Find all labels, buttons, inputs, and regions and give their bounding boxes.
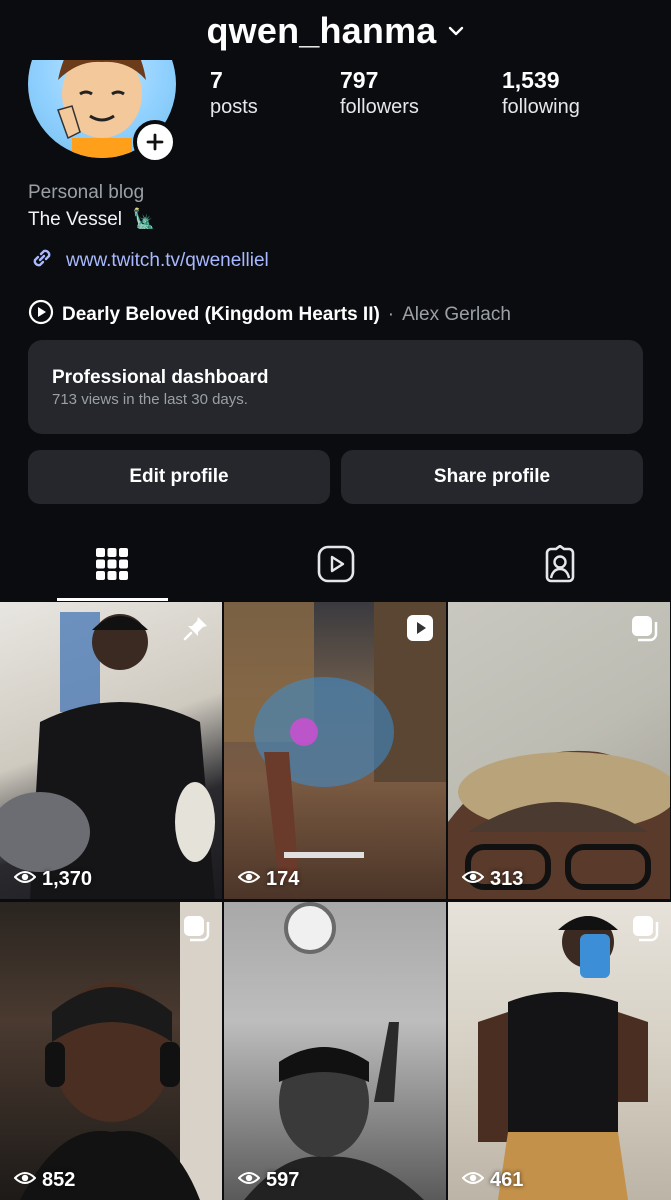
tagged-person-icon xyxy=(541,544,579,588)
eye-icon xyxy=(461,868,485,891)
profile-music[interactable]: Dearly Beloved (Kingdom Hearts II) · Ale… xyxy=(28,299,648,330)
view-count-label: 597 xyxy=(266,1169,300,1191)
eye-icon xyxy=(237,868,261,891)
eye-icon xyxy=(13,1169,37,1192)
link-icon xyxy=(28,244,56,277)
post-tile[interactable]: 1,370 xyxy=(0,602,222,899)
view-count: 174 xyxy=(237,868,300,891)
post-tile[interactable]: 313 xyxy=(448,602,670,899)
bio-section: Personal blog The Vessel 🗽 www.twitch.tv… xyxy=(28,180,648,330)
carousel-icon xyxy=(630,614,658,642)
professional-dashboard[interactable]: Professional dashboard 713 views in the … xyxy=(28,340,643,434)
tab-tagged[interactable] xyxy=(448,530,671,602)
following-count: 1,539 xyxy=(502,67,560,93)
dashboard-title: Professional dashboard xyxy=(52,367,269,388)
video-icon xyxy=(406,614,434,642)
view-count-label: 852 xyxy=(42,1169,76,1191)
stat-following[interactable]: 1,539 following xyxy=(502,66,580,120)
music-title: Dearly Beloved (Kingdom Hearts II) xyxy=(62,303,380,325)
profile-category: Personal blog xyxy=(28,182,145,203)
pin-icon xyxy=(182,614,210,642)
posts-label: posts xyxy=(210,96,258,118)
stat-posts[interactable]: 7 posts xyxy=(210,66,258,120)
stat-followers[interactable]: 797 followers xyxy=(340,66,419,120)
grid-icon xyxy=(95,547,129,586)
plus-icon xyxy=(146,133,164,151)
view-count: 597 xyxy=(237,1169,300,1192)
view-count: 1,370 xyxy=(13,868,93,891)
carousel-icon xyxy=(182,914,210,942)
view-count-label: 174 xyxy=(266,868,300,890)
post-tile[interactable]: 174 xyxy=(224,602,446,899)
view-count-label: 461 xyxy=(490,1169,524,1191)
statue-of-liberty-emoji: 🗽 xyxy=(132,209,156,230)
bio-text: The Vessel xyxy=(28,209,122,230)
tab-reels[interactable] xyxy=(224,530,448,602)
view-count-label: 313 xyxy=(490,868,524,890)
username[interactable]: qwen_hanma xyxy=(206,10,436,52)
link-text: www.twitch.tv/qwenelliel xyxy=(66,249,269,271)
posts-grid: 1,370 174 313 852 597 461 xyxy=(0,602,671,1200)
profile-tabs xyxy=(0,530,671,602)
active-tab-indicator xyxy=(57,598,168,601)
music-separator: · xyxy=(387,303,395,325)
view-count-label: 1,370 xyxy=(42,868,93,890)
edit-profile-button[interactable]: Edit profile xyxy=(28,450,330,504)
post-tile[interactable]: 852 xyxy=(0,902,222,1200)
eye-icon xyxy=(237,1169,261,1192)
chevron-down-icon[interactable] xyxy=(447,22,465,40)
view-count: 313 xyxy=(461,868,524,891)
reels-icon xyxy=(317,545,355,588)
view-count: 461 xyxy=(461,1169,524,1192)
eye-icon xyxy=(461,1169,485,1192)
bio-link[interactable]: www.twitch.tv/qwenelliel xyxy=(28,244,648,277)
bio-line: The Vessel 🗽 xyxy=(28,206,648,234)
tab-grid[interactable] xyxy=(0,530,224,602)
dashboard-subtitle: 713 views in the last 30 days. xyxy=(52,391,248,408)
followers-label: followers xyxy=(340,96,419,118)
eye-icon xyxy=(13,868,37,891)
post-tile[interactable]: 461 xyxy=(448,902,671,1200)
add-story-button[interactable] xyxy=(133,120,177,164)
view-count: 852 xyxy=(13,1169,76,1192)
followers-count: 797 xyxy=(340,67,379,93)
following-label: following xyxy=(502,96,580,118)
posts-count: 7 xyxy=(210,67,223,93)
share-profile-button[interactable]: Share profile xyxy=(341,450,643,504)
play-circle-icon xyxy=(28,299,54,330)
profile-stats: 7 posts 797 followers 1,539 following xyxy=(210,66,640,122)
profile-header: qwen_hanma xyxy=(0,6,671,56)
post-tile[interactable]: 597 xyxy=(224,902,446,1200)
carousel-icon xyxy=(631,914,659,942)
music-artist: Alex Gerlach xyxy=(402,303,511,325)
